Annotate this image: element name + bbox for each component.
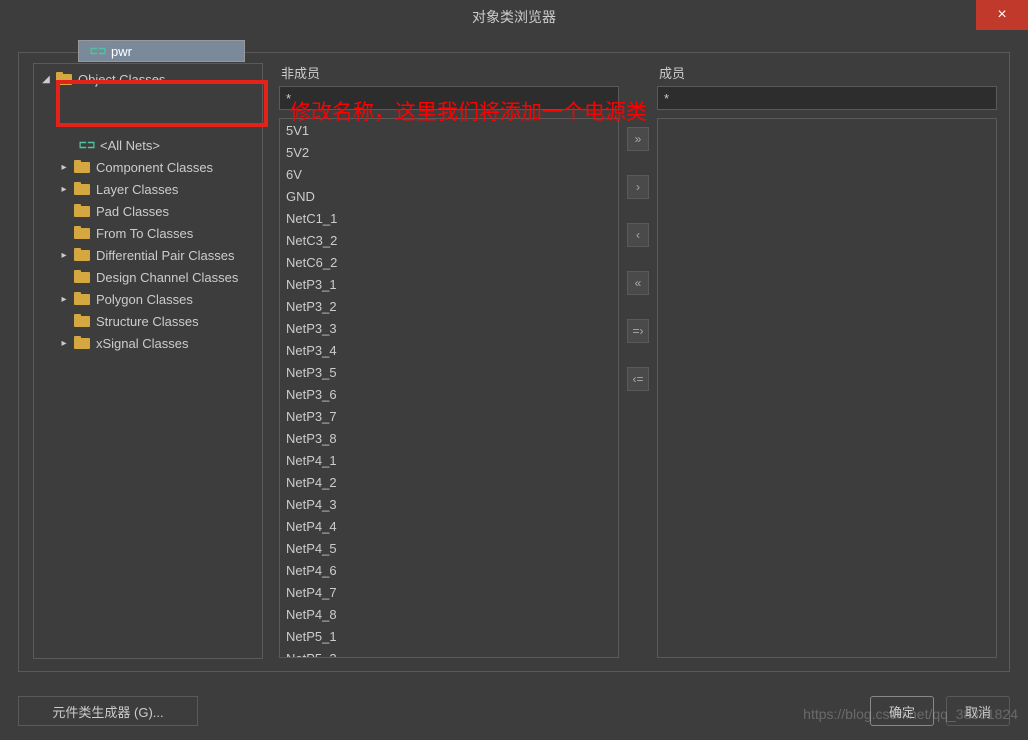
- expand-icon[interactable]: [58, 271, 70, 283]
- list-item[interactable]: NetP3_2: [280, 295, 618, 317]
- expand-icon[interactable]: ▸: [58, 183, 70, 195]
- tree-label: Layer Classes: [96, 182, 178, 197]
- list-item[interactable]: NetP4_5: [280, 537, 618, 559]
- list-item[interactable]: NetC3_2: [280, 229, 618, 251]
- tree-root[interactable]: ◢ Object Classes: [34, 68, 262, 90]
- tree-item[interactable]: ▸ Layer Classes: [34, 178, 262, 200]
- list-item[interactable]: NetP5_2: [280, 647, 618, 658]
- list-item[interactable]: NetP4_4: [280, 515, 618, 537]
- tree-label: Polygon Classes: [96, 292, 193, 307]
- member-label: 成员: [657, 63, 997, 82]
- close-icon: ×: [997, 6, 1006, 24]
- seq-add-button[interactable]: =›: [627, 319, 649, 343]
- list-item[interactable]: NetP3_6: [280, 383, 618, 405]
- tree-item[interactable]: ▸ Component Classes: [34, 156, 262, 178]
- tree-label: From To Classes: [96, 226, 193, 241]
- tree-label: <All Nets>: [100, 138, 160, 153]
- annotation-text: 修改名称，这里我们将添加一个电源类: [290, 96, 647, 126]
- close-button[interactable]: ×: [976, 0, 1028, 30]
- list-item[interactable]: NetP3_5: [280, 361, 618, 383]
- tree-label: Pad Classes: [96, 204, 169, 219]
- list-item[interactable]: NetP3_7: [280, 405, 618, 427]
- list-item[interactable]: NetP3_3: [280, 317, 618, 339]
- expand-icon[interactable]: ▸: [58, 249, 70, 261]
- tree-all-nets[interactable]: ⊏⊐ <All Nets>: [34, 134, 262, 156]
- expand-icon[interactable]: [58, 227, 70, 239]
- folder-icon: [74, 248, 90, 262]
- main-frame: ◢ Object Classes ◢ Net Classes ⊏⊐ <All N…: [18, 52, 1010, 672]
- list-item[interactable]: NetP4_1: [280, 449, 618, 471]
- folder-icon: [74, 182, 90, 196]
- folder-icon: [74, 204, 90, 218]
- expand-icon[interactable]: [58, 315, 70, 327]
- transfer-buttons: » › ‹ « =› ‹=: [627, 127, 649, 391]
- tree-item[interactable]: Structure Classes: [34, 310, 262, 332]
- editing-class-row[interactable]: ⊏⊐: [78, 40, 245, 62]
- expand-icon[interactable]: ▸: [58, 337, 70, 349]
- add-all-button[interactable]: »: [627, 127, 649, 151]
- list-item[interactable]: 5V2: [280, 141, 618, 163]
- expand-icon[interactable]: ▸: [58, 293, 70, 305]
- folder-icon: [56, 72, 72, 86]
- ok-button[interactable]: 确定: [870, 696, 934, 726]
- list-item[interactable]: NetP3_8: [280, 427, 618, 449]
- tree-label: Component Classes: [96, 160, 213, 175]
- list-item[interactable]: NetP4_6: [280, 559, 618, 581]
- list-item[interactable]: NetP4_7: [280, 581, 618, 603]
- seq-remove-button[interactable]: ‹=: [627, 367, 649, 391]
- tree-item[interactable]: ▸ xSignal Classes: [34, 332, 262, 354]
- folder-icon: [74, 336, 90, 350]
- net-icon: ⊏⊐: [78, 140, 96, 150]
- tree-item[interactable]: Design Channel Classes: [34, 266, 262, 288]
- list-item[interactable]: NetC6_2: [280, 251, 618, 273]
- non-member-label: 非成员: [279, 63, 619, 82]
- folder-icon: [74, 270, 90, 284]
- member-column: 成员: [657, 63, 997, 658]
- list-item[interactable]: NetP4_8: [280, 603, 618, 625]
- class-tree[interactable]: ◢ Object Classes ◢ Net Classes ⊏⊐ <All N…: [33, 63, 263, 659]
- window-title: 对象类浏览器: [472, 7, 556, 27]
- remove-one-button[interactable]: ‹: [627, 223, 649, 247]
- folder-icon: [74, 292, 90, 306]
- member-filter[interactable]: [657, 86, 997, 110]
- list-item[interactable]: NetP3_1: [280, 273, 618, 295]
- list-item[interactable]: NetP4_2: [280, 471, 618, 493]
- titlebar: 对象类浏览器 ×: [0, 0, 1028, 34]
- list-item[interactable]: GND: [280, 185, 618, 207]
- tree-item[interactable]: Pad Classes: [34, 200, 262, 222]
- expand-icon[interactable]: ▸: [58, 161, 70, 173]
- footer: 元件类生成器 (G)... 确定 取消: [18, 694, 1010, 728]
- list-item[interactable]: NetP3_4: [280, 339, 618, 361]
- tree-label: Object Classes: [78, 72, 165, 87]
- non-member-column: 非成员 5V15V26VGNDNetC1_1NetC3_2NetC6_2NetP…: [279, 63, 619, 658]
- list-item[interactable]: NetP4_3: [280, 493, 618, 515]
- expand-icon[interactable]: [58, 205, 70, 217]
- list-item[interactable]: NetC1_1: [280, 207, 618, 229]
- folder-icon: [74, 314, 90, 328]
- net-icon: ⊏⊐: [89, 46, 107, 56]
- tree-item[interactable]: ▸ Differential Pair Classes: [34, 244, 262, 266]
- member-list[interactable]: [657, 118, 997, 658]
- list-item[interactable]: 6V: [280, 163, 618, 185]
- tree-label: Structure Classes: [96, 314, 199, 329]
- expand-icon[interactable]: ◢: [40, 73, 52, 85]
- tree-item[interactable]: ▸ Polygon Classes: [34, 288, 262, 310]
- class-name-input[interactable]: [111, 44, 211, 59]
- add-one-button[interactable]: ›: [627, 175, 649, 199]
- list-item[interactable]: NetP5_1: [280, 625, 618, 647]
- cancel-button[interactable]: 取消: [946, 696, 1010, 726]
- folder-icon: [74, 226, 90, 240]
- remove-all-button[interactable]: «: [627, 271, 649, 295]
- tree-label: xSignal Classes: [96, 336, 189, 351]
- folder-icon: [74, 160, 90, 174]
- generator-button[interactable]: 元件类生成器 (G)...: [18, 696, 198, 726]
- tree-label: Design Channel Classes: [96, 270, 238, 285]
- non-member-list[interactable]: 5V15V26VGNDNetC1_1NetC3_2NetC6_2NetP3_1N…: [279, 118, 619, 658]
- tree-item[interactable]: From To Classes: [34, 222, 262, 244]
- tree-label: Differential Pair Classes: [96, 248, 234, 263]
